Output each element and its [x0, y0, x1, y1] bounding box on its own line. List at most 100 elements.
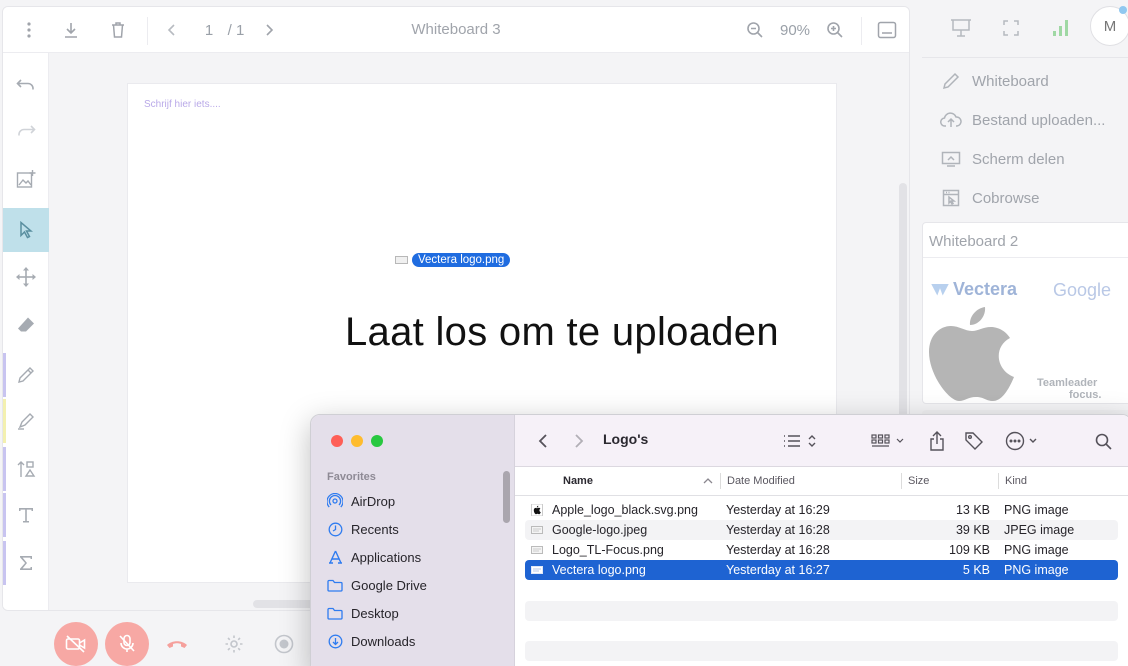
finder-window: Favorites AirDrop Recents Applications G…: [310, 414, 1128, 666]
redo-icon[interactable]: [3, 109, 49, 153]
search-icon[interactable]: [1091, 429, 1115, 453]
sidebar-scrollbar[interactable]: [503, 471, 510, 523]
zoom-window-button[interactable]: [371, 435, 383, 447]
pencil-icon: [940, 70, 962, 92]
column-kind[interactable]: Kind: [1005, 471, 1027, 491]
download-icon: [327, 633, 343, 649]
sidebar-item-google-drive[interactable]: Google Drive: [327, 575, 427, 595]
highlighter-tool-icon[interactable]: [3, 399, 49, 443]
sort-chevron-icon[interactable]: [703, 471, 713, 491]
tag-icon[interactable]: [961, 429, 987, 453]
sidebar-item-desktop[interactable]: Desktop: [327, 603, 399, 623]
airdrop-icon: [327, 493, 343, 509]
empty-row: [525, 601, 1118, 621]
column-size[interactable]: Size: [908, 471, 929, 491]
select-tool-icon[interactable]: [3, 208, 49, 252]
finder-main: Logo's Name Date Modified Size Kind Appl…: [515, 415, 1128, 666]
apple-file-icon: [531, 504, 543, 516]
drop-to-upload-text: Laat los om te uploaden: [345, 310, 779, 354]
phone-hangup-icon: [167, 641, 187, 648]
vectera-logo: Vectera: [931, 279, 1017, 300]
file-size: 109 KB: [948, 543, 990, 557]
file-name: Vectera logo.png: [552, 563, 646, 577]
status-dot: [1119, 6, 1127, 14]
fullscreen-icon[interactable]: [996, 0, 1026, 56]
whiteboard-tool-bar: [3, 53, 49, 610]
sidebar-item-airdrop[interactable]: AirDrop: [327, 491, 395, 511]
hang-up-button[interactable]: [155, 622, 199, 666]
file-date: Yesterday at 16:28: [726, 523, 830, 537]
signal-strength-icon[interactable]: [1046, 0, 1076, 56]
pencil-tool-icon[interactable]: [3, 353, 49, 397]
cobrowse-icon: [940, 187, 962, 209]
close-window-button[interactable]: [331, 435, 343, 447]
forward-icon[interactable]: [569, 429, 589, 453]
file-size: 39 KB: [955, 523, 990, 537]
menu-cobrowse[interactable]: Cobrowse: [940, 186, 1040, 210]
column-name[interactable]: Name: [563, 471, 593, 491]
record-button[interactable]: [262, 622, 306, 666]
share-icon[interactable]: [925, 429, 949, 453]
file-name: Google-logo.jpeg: [552, 523, 648, 537]
microphone-off-button[interactable]: [105, 622, 149, 666]
user-avatar[interactable]: M: [1090, 6, 1128, 46]
minimize-window-button[interactable]: [351, 435, 363, 447]
sidebar-item-recents[interactable]: Recents: [327, 519, 399, 539]
formula-tool-icon[interactable]: [3, 541, 49, 585]
whiteboard-placeholder[interactable]: Schrijf hier iets....: [144, 99, 221, 110]
finder-toolbar: Logo's: [515, 415, 1128, 467]
record-icon: [274, 634, 294, 654]
settings-button[interactable]: [212, 622, 256, 666]
zoom-level: 90%: [779, 21, 811, 39]
image-file-icon: [531, 526, 543, 534]
image-file-icon: [531, 546, 543, 554]
camera-off-button[interactable]: [54, 622, 98, 666]
shape-tool-icon[interactable]: [3, 447, 49, 491]
sidebar-item-applications[interactable]: Applications: [327, 547, 421, 567]
presentation-icon[interactable]: [946, 0, 976, 56]
file-row[interactable]: Logo_TL-Focus.png Yesterday at 16:28 109…: [525, 540, 1118, 560]
more-actions-icon[interactable]: [1003, 429, 1043, 453]
file-kind: JPEG image: [1004, 523, 1075, 537]
menu-upload-file[interactable]: Bestand uploaden...: [940, 108, 1105, 132]
minimize-icon[interactable]: [869, 7, 905, 53]
column-date-modified[interactable]: Date Modified: [727, 471, 795, 491]
file-kind: PNG image: [1004, 503, 1069, 517]
finder-sidebar: Favorites AirDrop Recents Applications G…: [311, 415, 515, 666]
file-size: 13 KB: [955, 503, 990, 517]
applications-icon: [327, 549, 343, 565]
zoom-out-icon[interactable]: [741, 7, 769, 53]
menu-screen-share[interactable]: Scherm delen: [940, 147, 1065, 171]
folder-icon: [327, 605, 343, 621]
list-view-icon[interactable]: [779, 429, 819, 453]
undo-icon[interactable]: [3, 63, 49, 107]
add-image-icon[interactable]: [3, 157, 49, 201]
file-date: Yesterday at 16:28: [726, 543, 830, 557]
microphone-off-icon: [119, 634, 135, 652]
file-kind: PNG image: [1004, 543, 1069, 557]
group-view-icon[interactable]: [869, 429, 909, 453]
file-date: Yesterday at 16:27: [726, 563, 830, 577]
back-icon[interactable]: [533, 429, 553, 453]
image-file-icon: [531, 566, 543, 574]
file-name: Logo_TL-Focus.png: [552, 543, 664, 557]
file-row[interactable]: Apple_logo_black.svg.png Yesterday at 16…: [525, 500, 1118, 520]
eraser-icon[interactable]: [3, 303, 49, 347]
menu-whiteboard[interactable]: Whiteboard: [940, 69, 1049, 93]
file-size: 5 KB: [962, 563, 990, 577]
whiteboard-2-thumbnail[interactable]: Whiteboard 2 Vectera Google Teamleader f…: [922, 222, 1128, 404]
file-row-selected[interactable]: Vectera logo.png Yesterday at 16:27 5 KB…: [525, 560, 1118, 580]
file-date: Yesterday at 16:29: [726, 503, 830, 517]
thumbnail-title: Whiteboard 2: [929, 233, 1019, 250]
file-kind: PNG image: [1004, 563, 1069, 577]
zoom-in-icon[interactable]: [821, 7, 849, 53]
google-logo: Google: [1053, 280, 1112, 300]
text-tool-icon[interactable]: [3, 493, 49, 537]
apple-logo-icon: [929, 307, 1014, 401]
dragged-file-name: Vectera logo.png: [412, 253, 511, 267]
sidebar-item-downloads[interactable]: Downloads: [327, 631, 415, 651]
favorites-header: Favorites: [327, 471, 376, 483]
teamleader-focus-logo: focus.: [1069, 389, 1102, 401]
file-row[interactable]: Google-logo.jpeg Yesterday at 16:28 39 K…: [525, 520, 1118, 540]
move-tool-icon[interactable]: [3, 255, 49, 299]
